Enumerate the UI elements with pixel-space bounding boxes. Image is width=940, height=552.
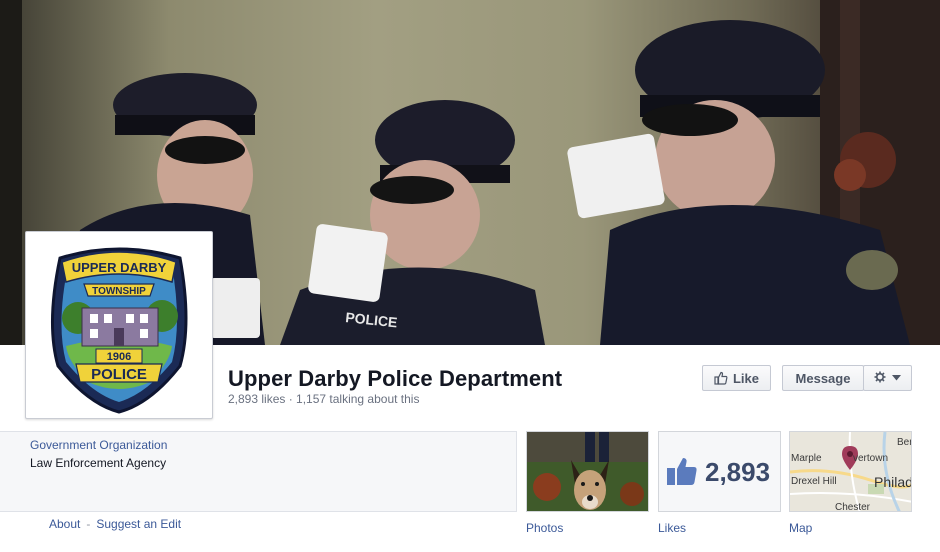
badge-year-text: 1906: [107, 351, 131, 363]
map-thumbnail: [790, 432, 911, 511]
map-place-label: Ber: [897, 437, 912, 448]
likes-count: 2,893: [705, 457, 771, 487]
about-link[interactable]: About: [49, 517, 80, 531]
badge-top-text: UPPER DARBY: [72, 260, 167, 275]
photos-thumbnail: [527, 432, 648, 511]
suggest-edit-link[interactable]: Suggest an Edit: [96, 517, 181, 531]
chevron-down-icon: [892, 375, 901, 381]
police-badge-logo: UPPER DARBY TOWNSHIP 1906 POLICE: [30, 236, 208, 414]
gear-icon: [874, 371, 886, 386]
map-place-label: vertown: [853, 453, 889, 464]
link-separator: -: [86, 517, 91, 531]
likes-tile-label[interactable]: Likes: [658, 521, 686, 535]
badge-bottom-text: POLICE: [91, 366, 147, 383]
category-link[interactable]: Government Organization: [30, 438, 167, 452]
subcategory-text: Law Enforcement Agency: [30, 456, 167, 470]
about-links: About - Suggest an Edit: [49, 517, 181, 531]
map-tile[interactable]: Marple vertown Drexel Hill Philad Cheste…: [789, 431, 912, 512]
photos-tile-label[interactable]: Photos: [526, 521, 563, 535]
map-place-label: Marple: [791, 453, 822, 464]
page-stats: 2,893 likes · 1,157 talking about this: [228, 392, 420, 406]
map-tile-label[interactable]: Map: [789, 521, 812, 535]
photos-tile[interactable]: [526, 431, 649, 512]
settings-dropdown-button[interactable]: [863, 365, 912, 391]
thumbs-up-icon: [714, 371, 728, 385]
message-button-label: Message: [795, 370, 851, 386]
like-button[interactable]: Like: [702, 365, 771, 391]
page-title[interactable]: Upper Darby Police Department: [228, 366, 562, 392]
message-button[interactable]: Message: [782, 365, 864, 391]
thumbs-up-icon: [666, 456, 698, 491]
profile-picture[interactable]: UPPER DARBY TOWNSHIP 1906 POLICE: [25, 231, 213, 419]
map-place-label: Chester: [835, 502, 871, 512]
badge-middle-text: TOWNSHIP: [92, 286, 146, 297]
map-place-label: Philad: [874, 474, 912, 490]
like-button-label: Like: [732, 370, 759, 386]
map-place-label: Drexel Hill: [791, 476, 837, 487]
